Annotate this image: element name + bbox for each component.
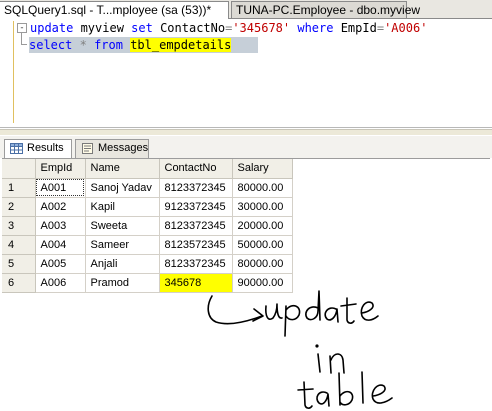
fold-guide-end (21, 44, 27, 45)
messages-icon (82, 143, 93, 154)
header-row: EmpId Name ContactNo Salary (2, 159, 293, 179)
code-line-select: select * from tbl_empdetails (29, 37, 258, 53)
cell-salary[interactable]: 90000.00 (232, 273, 293, 293)
script-l (361, 371, 364, 404)
column-header-contactno[interactable]: ContactNo (159, 159, 233, 179)
grid-icon (10, 143, 23, 154)
script-b (338, 372, 354, 406)
cell-empid[interactable]: A001 (35, 178, 86, 198)
column-header-empid[interactable]: EmpId (35, 159, 86, 179)
table-name-highlighted: tbl_empdetails (130, 38, 232, 52)
column-header-name[interactable]: Name (85, 159, 160, 179)
table-row[interactable]: 1 A001 Sanoj Yadav 8123372345 80000.00 (2, 178, 293, 198)
string-literal: 'A006' (384, 21, 428, 35)
cell-empid[interactable]: A006 (35, 273, 86, 293)
results-grid[interactable]: EmpId Name ContactNo Salary 1 A001 Sanoj… (2, 158, 490, 301)
fold-guide-line (21, 32, 22, 44)
tab-sqlquery1[interactable]: SQLQuery1.sql - T...mployee (sa (53))* (0, 1, 229, 19)
operator-star: * (79, 38, 87, 52)
script-i-dot (315, 344, 319, 348)
cell-contactno[interactable]: 8123372345 (159, 216, 233, 236)
script-u (265, 303, 283, 321)
annotation-arrowhead (252, 308, 264, 322)
script-n (329, 353, 345, 374)
table-row[interactable]: 2 A002 Kapil 9123372345 30000.00 (2, 197, 293, 217)
cell-name[interactable]: Sweeta (85, 216, 160, 236)
code-text: myview (73, 21, 132, 35)
script-e2 (371, 384, 393, 404)
string-literal: '345678' (232, 21, 291, 35)
table-row[interactable]: 4 A004 Sameer 8123572345 50000.00 (2, 235, 293, 255)
tab-results-label: Results (27, 142, 64, 154)
cell-contactno-updated[interactable]: 345678 (159, 273, 233, 293)
result-tab-strip: Results Messages (0, 136, 492, 159)
column-header-salary[interactable]: Salary (232, 159, 293, 179)
cell-contactno[interactable]: 9123372345 (159, 197, 233, 217)
script-p (284, 304, 301, 337)
cell-salary[interactable]: 20000.00 (232, 216, 293, 236)
corner-header[interactable] (2, 159, 36, 179)
cell-name[interactable]: Anjali (85, 254, 160, 274)
keyword-where: where (297, 21, 334, 35)
table-row[interactable]: 6 A006 Pramod 345678 90000.00 (2, 273, 293, 293)
code-line-update: update myview set ContactNo = '345678' whe… (30, 20, 427, 36)
pane-splitter[interactable] (0, 129, 492, 135)
keyword-select: select (29, 38, 73, 52)
cell-contactno[interactable]: 8123572345 (159, 235, 233, 255)
collapse-icon[interactable]: - (17, 23, 27, 33)
script-t2 (297, 381, 314, 409)
cell-empid[interactable]: A005 (35, 254, 86, 274)
row-number[interactable]: 3 (2, 216, 36, 236)
cell-salary[interactable]: 80000.00 (232, 254, 293, 274)
editor-bottom-border (0, 127, 492, 128)
tab-messages-label: Messages (98, 142, 149, 154)
script-a2 (316, 391, 330, 407)
row-number[interactable]: 4 (2, 235, 36, 255)
script-e (360, 301, 379, 321)
operator-equals: = (376, 21, 385, 35)
row-number[interactable]: 6 (2, 273, 36, 293)
row-number[interactable]: 5 (2, 254, 36, 274)
keyword-set: set (131, 21, 153, 35)
tab-results[interactable]: Results (4, 139, 72, 159)
cell-empid[interactable]: A004 (35, 235, 86, 255)
code-text: ContactNo (152, 21, 226, 35)
tab-messages[interactable]: Messages (75, 139, 149, 158)
cell-contactno[interactable]: 8123372345 (159, 178, 233, 198)
tab-myview[interactable]: TUNA-PC.Employee - dbo.myview (231, 1, 420, 18)
cell-name[interactable]: Sanoj Yadav (85, 178, 160, 198)
cell-salary[interactable]: 30000.00 (232, 197, 293, 217)
cell-salary[interactable]: 80000.00 (232, 178, 293, 198)
code-text: EmpId (333, 21, 377, 35)
cell-salary[interactable]: 50000.00 (232, 235, 293, 255)
keyword-update: update (30, 21, 74, 35)
table-row[interactable]: 3 A003 Sweeta 8123372345 20000.00 (2, 216, 293, 236)
change-marker-bar (13, 21, 14, 123)
cell-contactno[interactable]: 8123372345 (159, 254, 233, 274)
row-number[interactable]: 1 (2, 178, 36, 198)
cell-name[interactable]: Kapil (85, 197, 160, 217)
table-row[interactable]: 5 A005 Anjali 8123372345 80000.00 (2, 254, 293, 274)
script-i (317, 353, 321, 373)
row-number[interactable]: 2 (2, 197, 36, 217)
query-editor[interactable]: - update myview set ContactNo = '345678' w… (0, 19, 492, 128)
keyword-from: from (94, 38, 123, 52)
script-a (324, 307, 339, 323)
cell-empid[interactable]: A002 (35, 197, 86, 217)
cell-name[interactable]: Pramod (85, 273, 160, 293)
document-tab-strip: SQLQuery1.sql - T...mployee (sa (53))* T… (0, 0, 492, 19)
cell-name[interactable]: Sameer (85, 235, 160, 255)
script-t (340, 297, 357, 324)
cell-empid[interactable]: A003 (35, 216, 86, 236)
results-table: EmpId Name ContactNo Salary 1 A001 Sanoj… (2, 159, 293, 293)
